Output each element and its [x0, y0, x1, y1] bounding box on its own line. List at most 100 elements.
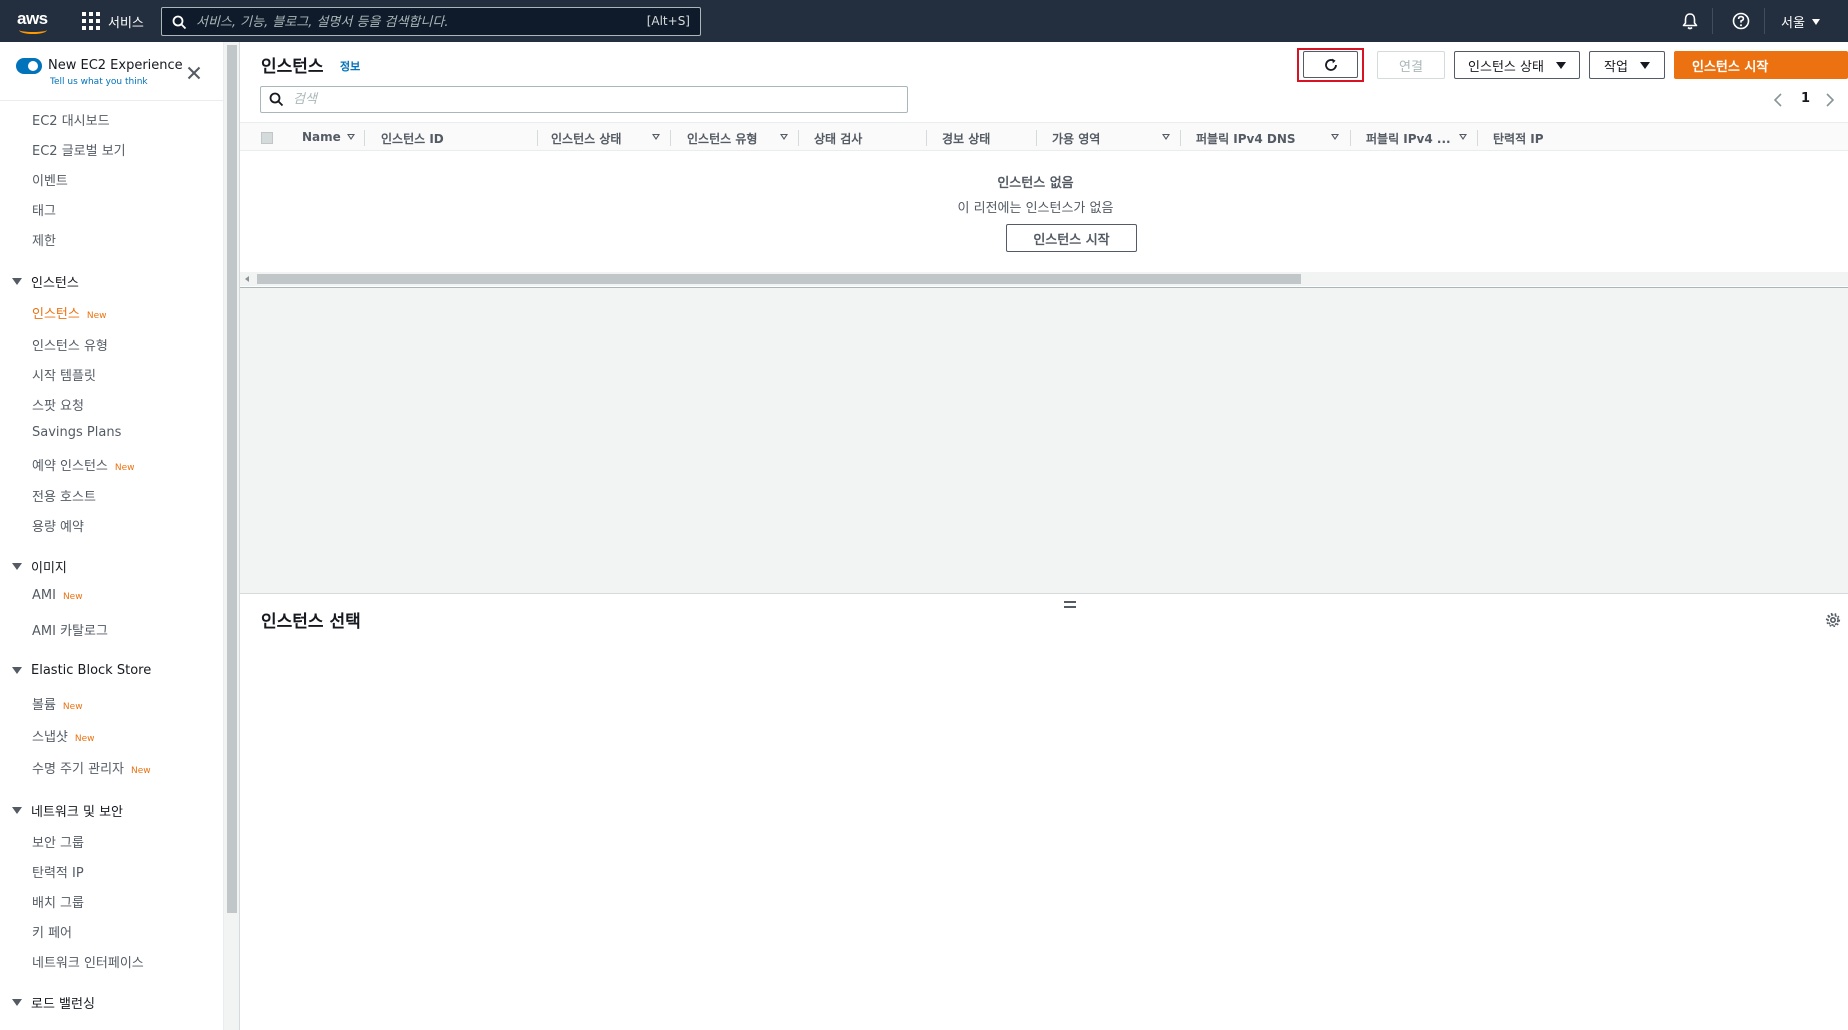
- instance-filter-input[interactable]: [293, 90, 873, 109]
- sidebar-item-ami-catalog[interactable]: AMI 카탈로그: [32, 620, 108, 639]
- caret-down-icon: [1555, 61, 1566, 69]
- sort-icon[interactable]: [1162, 134, 1170, 140]
- table-horizontal-scrollbar[interactable]: [240, 272, 1848, 286]
- sidebar-item-network-interfaces[interactable]: 네트워크 인터페이스: [32, 952, 144, 971]
- sidebar-item-ec2-dashboard[interactable]: EC2 대시보드: [32, 110, 110, 129]
- new-experience-label: New EC2 Experience: [48, 58, 183, 73]
- sidebar-section-ebs[interactable]: Elastic Block Store: [12, 663, 151, 678]
- sidebar-item-key-pairs[interactable]: 키 페어: [32, 922, 72, 941]
- sidebar-section-network-security[interactable]: 네트워크 및 보안: [12, 801, 123, 820]
- gear-icon[interactable]: [1825, 612, 1841, 628]
- sort-icon[interactable]: [1459, 134, 1467, 140]
- info-link[interactable]: 정보: [340, 58, 360, 74]
- sidebar-scrollbar-thumb[interactable]: [227, 45, 237, 913]
- sort-icon[interactable]: [652, 134, 660, 140]
- column-divider[interactable]: [1180, 130, 1181, 146]
- table-empty-area: [240, 288, 1848, 593]
- side-navigation: New EC2 Experience Tell us what you thin…: [0, 42, 223, 1030]
- column-header-availability-zone[interactable]: 가용 영역: [1052, 130, 1100, 147]
- table-horizontal-scrollbar-thumb[interactable]: [257, 274, 1301, 284]
- sidebar-item-instances[interactable]: 인스턴스 New: [32, 303, 106, 322]
- column-header-name[interactable]: Name: [302, 130, 341, 144]
- current-page-number[interactable]: 1: [1801, 91, 1810, 106]
- bell-icon[interactable]: [1680, 11, 1700, 31]
- column-header-public-ipv4-address[interactable]: 퍼블릭 IPv4 ...: [1366, 130, 1451, 147]
- sidebar-item-launch-templates[interactable]: 시작 템플릿: [32, 365, 96, 384]
- sort-icon[interactable]: [1331, 134, 1339, 140]
- global-search-bar[interactable]: [Alt+S]: [161, 7, 701, 36]
- connect-button[interactable]: 연결: [1377, 51, 1445, 79]
- column-divider[interactable]: [670, 130, 671, 146]
- column-divider[interactable]: [1350, 130, 1351, 146]
- resize-handle-icon[interactable]: [1064, 601, 1076, 608]
- sidebar-item-instance-types[interactable]: 인스턴스 유형: [32, 335, 108, 354]
- sidebar-section-title: Elastic Block Store: [31, 663, 152, 678]
- sidebar-item-tags[interactable]: 태그: [32, 200, 56, 219]
- column-header-public-ipv4-dns[interactable]: 퍼블릭 IPv4 DNS: [1196, 130, 1296, 147]
- sidebar-item-reserved-instances[interactable]: 예약 인스턴스 New: [32, 455, 135, 474]
- sidebar-item-ami[interactable]: AMI New: [32, 588, 83, 603]
- instance-filter-bar[interactable]: [260, 86, 908, 113]
- column-divider[interactable]: [1477, 130, 1478, 146]
- new-badge: New: [62, 592, 83, 602]
- column-header-instance-id[interactable]: 인스턴스 ID: [381, 130, 444, 147]
- nav-separator: [1764, 8, 1765, 34]
- column-header-elastic-ip[interactable]: 탄력적 IP: [1493, 130, 1544, 147]
- select-all-checkbox[interactable]: [261, 132, 273, 144]
- sidebar-section-images[interactable]: 이미지: [12, 557, 67, 576]
- sidebar-item-dedicated-hosts[interactable]: 전용 호스트: [32, 486, 96, 505]
- chevron-right-icon[interactable]: [1825, 92, 1835, 108]
- sidebar-section-title: 인스턴스: [31, 276, 79, 291]
- column-divider[interactable]: [364, 130, 365, 146]
- sidebar-item-volumes[interactable]: 볼륨 New: [32, 694, 83, 713]
- services-label: 서비스: [108, 15, 144, 31]
- sidebar-section-title: 로드 밸런싱: [31, 997, 95, 1012]
- column-header-status-check[interactable]: 상태 검사: [814, 130, 862, 147]
- sidebar-item-placement-groups[interactable]: 배치 그룹: [32, 892, 84, 911]
- sort-icon[interactable]: [780, 134, 788, 140]
- sidebar-section-instances[interactable]: 인스턴스: [12, 272, 79, 291]
- actions-dropdown[interactable]: 작업: [1589, 51, 1665, 79]
- refresh-button[interactable]: [1303, 51, 1358, 78]
- sidebar-item-elastic-ips[interactable]: 탄력적 IP: [32, 862, 84, 881]
- main-content: 인스턴스 정보 연결 인스턴스 상태 작업 인스턴스 시작 1: [240, 42, 1848, 1030]
- close-icon[interactable]: [186, 65, 202, 81]
- column-divider[interactable]: [1036, 130, 1037, 146]
- sidebar-scrollbar[interactable]: [223, 42, 239, 1030]
- refresh-icon: [1325, 58, 1337, 71]
- new-experience-toggle[interactable]: [16, 58, 42, 74]
- column-divider[interactable]: [926, 130, 927, 146]
- scroll-left-arrow-icon[interactable]: [245, 276, 249, 282]
- search-shortcut-hint: [Alt+S]: [646, 14, 690, 28]
- column-divider[interactable]: [537, 130, 538, 146]
- instance-state-label: 인스턴스 상태: [1468, 59, 1544, 75]
- services-menu-button[interactable]: 서비스: [82, 10, 144, 32]
- column-header-alarm-status[interactable]: 경보 상태: [942, 130, 990, 147]
- sidebar-item-capacity-reservations[interactable]: 용량 예약: [32, 516, 84, 535]
- launch-instances-button[interactable]: 인스턴스 시작: [1674, 51, 1848, 79]
- sidebar-section-load-balancing[interactable]: 로드 밸런싱: [12, 993, 95, 1012]
- sidebar-item-spot-requests[interactable]: 스팟 요청: [32, 395, 84, 414]
- sort-icon[interactable]: [347, 134, 355, 140]
- instance-state-dropdown[interactable]: 인스턴스 상태: [1454, 51, 1580, 79]
- feedback-link[interactable]: Tell us what you think: [50, 77, 148, 87]
- sidebar-item-snapshots[interactable]: 스냅샷 New: [32, 726, 95, 745]
- column-header-instance-state[interactable]: 인스턴스 상태: [551, 130, 621, 147]
- sidebar-item-savings-plans[interactable]: Savings Plans: [32, 425, 121, 440]
- sidebar-item-events[interactable]: 이벤트: [32, 170, 68, 189]
- empty-state-launch-button[interactable]: 인스턴스 시작: [1006, 224, 1137, 252]
- column-header-instance-type[interactable]: 인스턴스 유형: [687, 130, 757, 147]
- region-selector[interactable]: 서울: [1781, 12, 1820, 31]
- column-divider[interactable]: [798, 130, 799, 146]
- sidebar-item-lifecycle-manager[interactable]: 수명 주기 관리자 New: [32, 758, 151, 777]
- instances-table-header: Name 인스턴스 ID 인스턴스 상태 인스턴스 유형 상태 검사 경보 상태…: [240, 122, 1848, 151]
- sidebar-item-ec2-global-view[interactable]: EC2 글로벌 보기: [32, 140, 126, 159]
- caret-down-icon: [12, 807, 22, 814]
- aws-logo[interactable]: aws: [16, 6, 54, 36]
- sidebar-item-limits[interactable]: 제한: [32, 230, 56, 249]
- sidebar-item-security-groups[interactable]: 보안 그룹: [32, 832, 84, 851]
- split-panel: 인스턴스 선택: [240, 593, 1848, 1030]
- global-search-input[interactable]: [196, 11, 596, 33]
- help-icon[interactable]: [1731, 11, 1751, 31]
- chevron-left-icon[interactable]: [1773, 92, 1783, 108]
